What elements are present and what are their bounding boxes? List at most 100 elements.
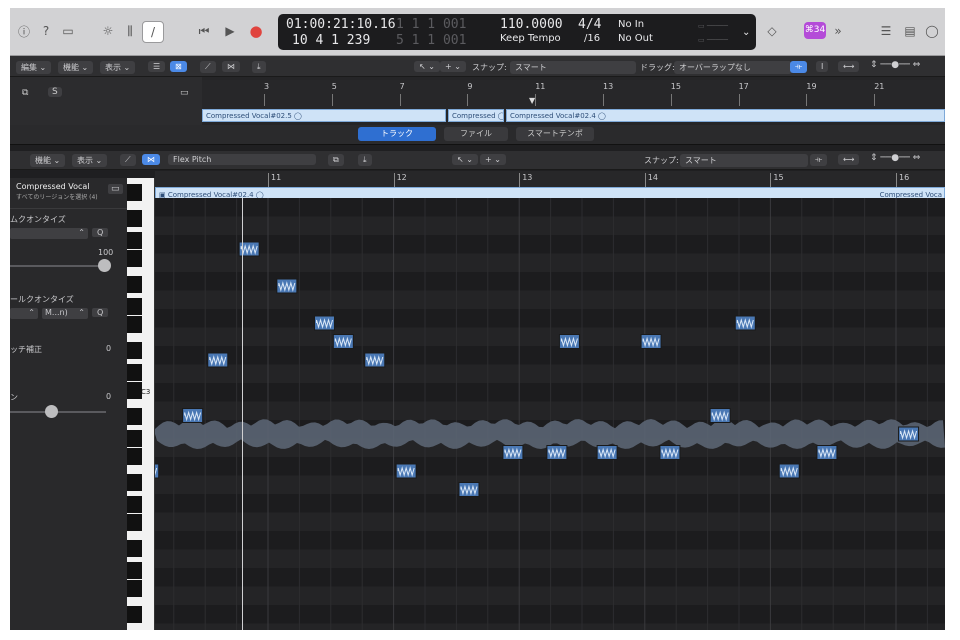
transpose-slider[interactable] <box>10 411 106 413</box>
add-track-icon[interactable]: ⧉ <box>22 88 28 98</box>
editor-ruler-tick <box>393 173 395 187</box>
pitch-grid[interactable] <box>155 198 945 630</box>
brightness-icon[interactable]: ☼ <box>98 21 118 41</box>
zoom-slider[interactable]: ⇕ ──●── ⇔ <box>870 60 920 70</box>
black-key[interactable] <box>127 276 142 293</box>
play-icon[interactable]: ▶ <box>220 21 240 41</box>
loop-browser-icon[interactable]: ◯ <box>922 21 942 41</box>
flex-icon[interactable]: ⋈ <box>222 61 240 72</box>
editor-zoom-fit-icon[interactable]: ⟷ <box>838 154 860 165</box>
editor-menu-view[interactable]: 表示 ⌄ <box>72 154 108 167</box>
inbox-icon[interactable]: ▭ <box>58 21 78 41</box>
inspector-subtitle: すべてのリージョンを選択 (4) <box>16 194 98 201</box>
pitch-row <box>155 272 945 291</box>
black-key[interactable] <box>127 408 142 425</box>
solo-button[interactable]: S <box>48 87 62 97</box>
flex-pitch-editor[interactable] <box>155 198 945 630</box>
flex-view-icon[interactable]: ⊠ <box>170 61 187 72</box>
main-region-2[interactable]: Compressed ◯ <box>448 109 504 122</box>
shield-icon[interactable]: ◇ <box>762 21 782 41</box>
quantize2-select[interactable]: ⌃ <box>10 308 38 319</box>
black-key[interactable] <box>127 580 142 597</box>
tempo-mode[interactable]: Keep Tempo <box>500 33 561 44</box>
black-key[interactable] <box>127 298 142 315</box>
editor-flex-icon[interactable]: ⋈ <box>142 154 160 165</box>
tempo[interactable]: 110.0000 <box>500 17 563 32</box>
editor-align-icon[interactable]: ⟛ <box>810 154 828 166</box>
menu-function[interactable]: 機能 ⌄ <box>58 61 94 74</box>
editor-pointer-icon[interactable]: ↖ ⌄ <box>452 154 478 165</box>
info-icon[interactable]: ⓘ <box>14 21 34 41</box>
tab-track[interactable]: トラック <box>358 127 436 141</box>
black-key[interactable] <box>127 562 142 579</box>
editor-automation-icon[interactable]: ⟋ <box>120 154 136 166</box>
inspector-view-icon[interactable]: ▭ <box>108 184 123 194</box>
main-ruler[interactable]: 3 5 7 9 11 13 15 17 19 21 ▼ <box>202 80 945 110</box>
notification-badge[interactable]: ⌘34 <box>804 22 826 39</box>
black-key[interactable] <box>127 540 142 557</box>
tab-file[interactable]: ファイル <box>444 127 508 141</box>
black-key[interactable] <box>127 342 142 359</box>
add-tool-icon[interactable]: + ⌄ <box>440 61 466 72</box>
strength-knob[interactable] <box>98 259 111 272</box>
quantize1-q-button[interactable]: Q <box>92 228 109 237</box>
editor-link-icon[interactable]: ⧉ <box>328 154 344 166</box>
mixer-icon[interactable]: ⫼ <box>120 21 140 41</box>
time-signature[interactable]: 4/4 <box>578 17 601 32</box>
list-editor-icon[interactable]: ☰ <box>876 21 896 41</box>
division[interactable]: /16 <box>584 33 600 44</box>
menu-view[interactable]: 表示 ⌄ <box>100 61 136 74</box>
black-key[interactable] <box>127 232 142 249</box>
pointer-tool-icon[interactable]: ↖ ⌄ <box>414 61 440 72</box>
rewind-icon[interactable]: ⏮ <box>194 21 214 41</box>
quantize1-select[interactable]: ⌃ <box>10 228 88 239</box>
editor-zoom-slider[interactable]: ⇕ ──●── ⇔ <box>870 153 920 163</box>
editor-catch-icon[interactable]: ⤓ <box>358 154 372 166</box>
black-key[interactable] <box>127 514 142 531</box>
main-region-3[interactable]: Compressed Vocal#02.4 ◯ <box>506 109 945 122</box>
black-key[interactable] <box>127 250 142 267</box>
help-icon[interactable]: ? <box>36 21 56 41</box>
black-key[interactable] <box>127 606 142 623</box>
record-icon[interactable]: ● <box>246 21 266 41</box>
tab-smart-tempo[interactable]: スマートテンポ <box>516 127 594 141</box>
editor-menu-function[interactable]: 機能 ⌄ <box>30 154 66 167</box>
lcd-display[interactable]: 01:00:21:10.16 10 4 1 239 1 1 1 001 5 1 … <box>278 14 756 50</box>
black-key[interactable] <box>127 364 142 381</box>
drag-select[interactable]: オーバーラップなし <box>674 61 792 74</box>
playhead[interactable] <box>242 198 243 630</box>
black-key[interactable] <box>127 184 142 201</box>
flex-mode-select[interactable]: Flex Pitch <box>168 154 316 165</box>
notepad-icon[interactable]: ▤ <box>900 21 920 41</box>
main-region-1[interactable]: Compressed Vocal#02.5 ◯ <box>202 109 446 122</box>
piano-keyboard[interactable]: C3 <box>127 178 155 630</box>
list-view-icon[interactable]: ☰ <box>148 61 166 72</box>
zoom-fit-icon[interactable]: ⟷ <box>838 61 860 72</box>
strength-slider[interactable] <box>10 265 106 267</box>
automation-icon[interactable]: ⟋ <box>200 61 216 73</box>
menu-edit[interactable]: 編集 ⌄ <box>16 61 52 74</box>
scale-select[interactable]: M...n) ⌃ <box>42 308 88 319</box>
pencil-tool-icon[interactable]: / <box>142 21 164 43</box>
editor-ruler[interactable]: 11 12 13 14 15 16 <box>155 171 945 187</box>
snap-select[interactable]: スマート <box>510 61 636 74</box>
ruler-playhead-icon[interactable]: ▼ <box>529 96 535 105</box>
marquee-icon[interactable]: Ⅰ <box>816 61 829 72</box>
black-key[interactable] <box>127 210 142 227</box>
black-key[interactable] <box>127 448 142 465</box>
black-key[interactable] <box>127 474 142 491</box>
more-chevron[interactable]: » <box>828 21 848 41</box>
black-key[interactable] <box>127 382 142 399</box>
region-toggle-icon[interactable]: ▭ <box>180 88 189 98</box>
quantize2-q-button[interactable]: Q <box>92 308 109 317</box>
editor-ruler-bar-15: 15 <box>773 173 784 182</box>
editor-snap-select[interactable]: スマート <box>680 154 808 167</box>
black-key[interactable] <box>127 430 142 447</box>
lcd-chevron-icon[interactable]: ⌄ <box>742 27 750 38</box>
snap-align-icon[interactable]: ⟛ <box>790 61 808 73</box>
editor-add-icon[interactable]: + ⌄ <box>480 154 506 165</box>
catch-icon[interactable]: ⤓ <box>252 61 266 73</box>
transpose-knob[interactable] <box>45 405 58 418</box>
black-key[interactable] <box>127 496 142 513</box>
black-key[interactable] <box>127 316 142 333</box>
